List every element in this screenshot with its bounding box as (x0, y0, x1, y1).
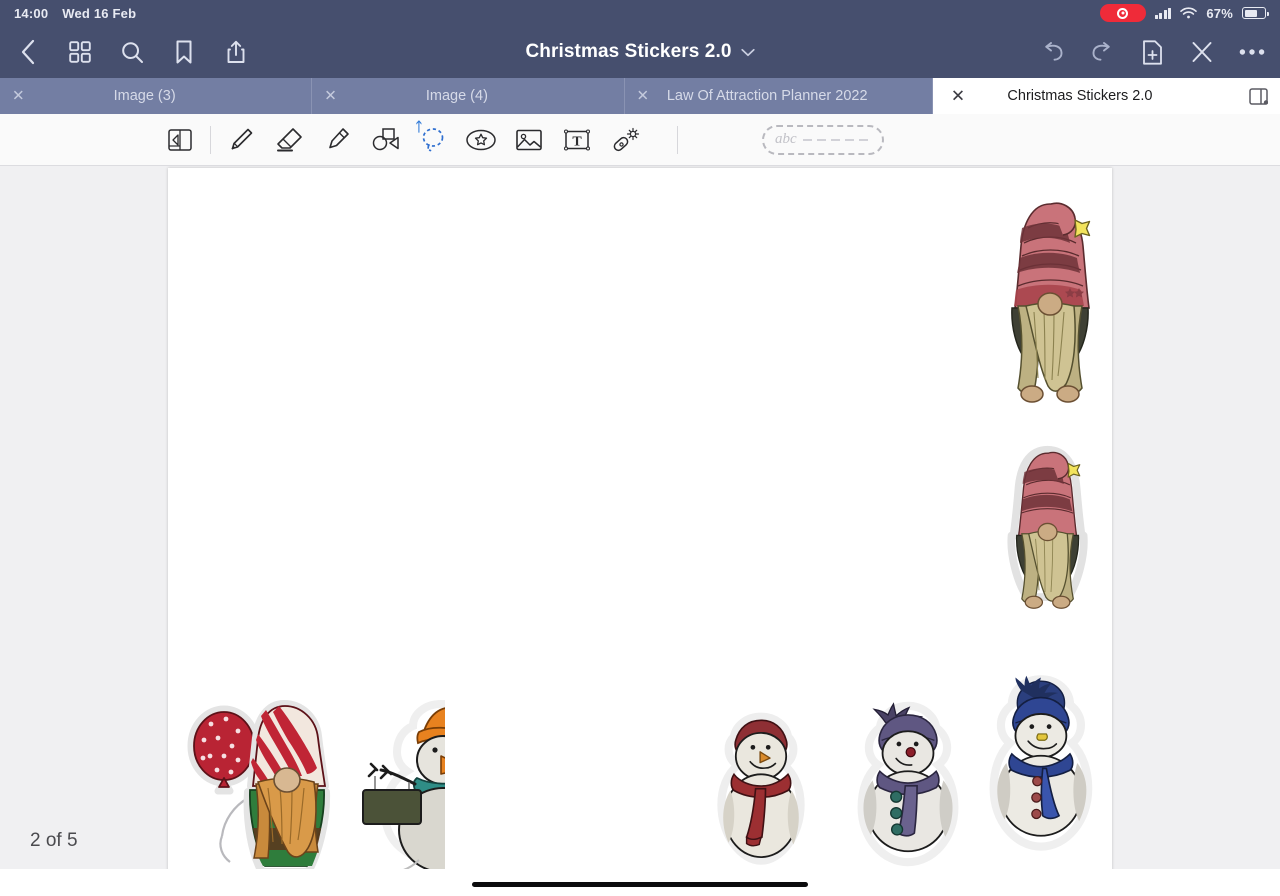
gnome-with-red-balloon[interactable] (186, 698, 336, 869)
close-tab-icon[interactable]: ✕ (324, 89, 337, 104)
home-indicator-bar (0, 869, 1280, 896)
snowman-red-scarf[interactable] (716, 708, 806, 869)
gnome-striped-hat-star-large[interactable] (998, 198, 1103, 418)
tab-label: Law Of Attraction Planner 2022 (666, 88, 868, 104)
split-view-icon[interactable] (1249, 87, 1269, 105)
more-ellipsis-icon[interactable] (1238, 38, 1266, 66)
page-indicator: 2 of 5 (30, 830, 78, 851)
tab-label: Christmas Stickers 2.0 (1007, 88, 1153, 104)
status-time: 14:00 (14, 5, 49, 21)
svg-text:T: T (572, 134, 582, 149)
chevron-down-icon[interactable] (740, 48, 755, 57)
sticker-tool[interactable] (457, 118, 505, 162)
text-tool[interactable]: T (553, 118, 601, 162)
record-icon[interactable] (1099, 4, 1146, 22)
close-tab-icon[interactable]: ✕ (951, 88, 965, 105)
tab-christmas-stickers[interactable]: ✕ Christmas Stickers 2.0 (932, 78, 1249, 114)
grid-thumbnails-icon[interactable] (66, 38, 94, 66)
tab-bar: ✕ Image (3) ✕ Image (4) ✕ Law Of Attract… (0, 78, 1280, 114)
bluetooth-icon: ᛏ (415, 118, 423, 134)
tab-label: Image (3) (113, 88, 176, 104)
page-flip-tool[interactable] (156, 118, 204, 162)
redo-icon[interactable] (1088, 38, 1116, 66)
lasso-select-tool[interactable]: ᛏ (409, 118, 457, 162)
share-icon[interactable] (222, 38, 250, 66)
tab-label: Image (4) (425, 88, 488, 104)
pen-tool[interactable] (217, 118, 265, 162)
status-bar-left: 14:00 Wed 16 Feb (14, 6, 136, 21)
document-title[interactable]: Christmas Stickers 2.0 (525, 41, 731, 63)
image-tool[interactable] (505, 118, 553, 162)
tool-palette: ᛏ T abc (0, 114, 1280, 166)
record-dot-icon (1117, 7, 1129, 19)
tab-image-3[interactable]: ✕ Image (3) (0, 78, 313, 114)
eraser-tool[interactable] (265, 118, 313, 162)
home-indicator[interactable] (472, 882, 808, 887)
selection-preview-chip[interactable]: abc (762, 124, 884, 155)
add-page-icon[interactable] (1138, 38, 1166, 66)
scribble-placeholder (802, 138, 871, 141)
status-bar-right: 67% (1099, 4, 1269, 22)
bookmark-icon[interactable] (170, 38, 198, 66)
magic-wand-tool[interactable] (601, 118, 649, 162)
selection-chip-label: abc (775, 131, 797, 147)
shapes-tool[interactable] (361, 118, 409, 162)
close-tab-icon[interactable]: ✕ (637, 89, 650, 104)
close-x-icon[interactable] (1188, 38, 1216, 66)
snowman-purple-scarf[interactable] (857, 700, 959, 868)
snowman-blue-scarf[interactable] (989, 673, 1093, 853)
app-header: Christmas Stickers 2.0 (0, 26, 1280, 78)
document-page[interactable] (168, 168, 1112, 869)
battery-icon (1242, 7, 1269, 19)
back-chevron-icon[interactable] (14, 38, 42, 66)
status-date: Wed 16 Feb (62, 5, 137, 21)
cellular-signal-icon (1154, 7, 1172, 19)
toolbar-divider (210, 125, 211, 154)
tab-law-of-attraction-planner[interactable]: ✕ Law Of Attraction Planner 2022 (625, 78, 933, 114)
wifi-icon (1180, 7, 1198, 19)
close-tab-icon[interactable]: ✕ (12, 89, 25, 104)
app-root: 14:00 Wed 16 Feb 67% Christmas Stickers … (0, 0, 1280, 896)
status-bar: 14:00 Wed 16 Feb 67% (0, 0, 1280, 26)
gnome-striped-hat-star-small[interactable] (1003, 445, 1093, 618)
canvas-work-area[interactable]: 2 of 5 (0, 166, 1280, 869)
header-left-tools (14, 38, 250, 66)
split-view-container (1249, 78, 1280, 114)
header-right-tools (1038, 38, 1266, 66)
search-icon[interactable] (118, 38, 146, 66)
snowman-with-sign[interactable] (353, 698, 445, 869)
highlighter-tool[interactable] (313, 118, 361, 162)
undo-icon[interactable] (1038, 38, 1066, 66)
tab-image-4[interactable]: ✕ Image (4) (312, 78, 625, 114)
toolbar-divider-2 (677, 125, 678, 154)
battery-percent-label: 67% (1206, 5, 1233, 21)
